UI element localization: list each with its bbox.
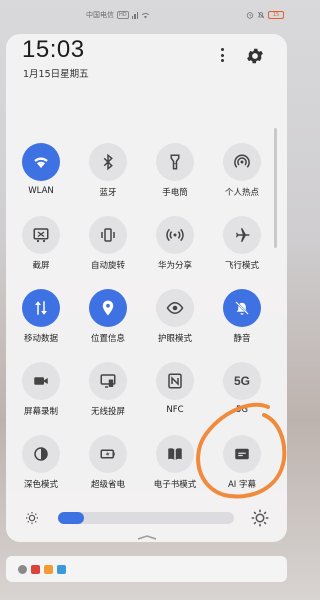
wechat-icon: [18, 564, 27, 574]
tile-label: 电子书模式: [153, 480, 197, 490]
tile-eye-comfort[interactable]: 护眼模式: [142, 289, 208, 344]
airplane-icon[interactable]: [223, 216, 261, 254]
tile-bluetooth[interactable]: 蓝牙: [75, 143, 141, 198]
cast-icon[interactable]: [89, 362, 127, 400]
tile-label: 5G: [236, 405, 248, 415]
tile-wireless-cast[interactable]: 无线投屏: [75, 362, 141, 417]
tile-label: 华为分享: [157, 261, 192, 271]
status-right: 15: [246, 11, 284, 19]
tile-location[interactable]: 位置信息: [75, 289, 141, 344]
tile-battery-saver[interactable]: 超级省电: [75, 435, 141, 490]
notification-strip[interactable]: [6, 556, 287, 582]
carrier-label: 中国电信: [86, 11, 114, 19]
nfc-icon[interactable]: [156, 362, 194, 400]
eye-icon[interactable]: [156, 289, 194, 327]
tile-label: 屏幕录制: [23, 407, 58, 417]
location-icon[interactable]: [89, 289, 127, 327]
ai-subtitle-icon[interactable]: [223, 435, 261, 473]
clock-time: 15:03: [22, 36, 85, 63]
panel-drag-handle[interactable]: [136, 534, 158, 540]
tile-label: 静音: [233, 334, 251, 344]
app-orange-icon: [44, 564, 53, 574]
clock-date: 1月15日星期五: [23, 69, 89, 80]
tile-label: 位置信息: [90, 334, 125, 344]
alarm-icon: [246, 12, 254, 19]
tile-hotspot[interactable]: 个人热点: [209, 143, 275, 198]
status-bar: 中国电信 HD 15: [0, 0, 292, 30]
tile-label: 移动数据: [23, 334, 58, 344]
tile-label: 超级省电: [90, 480, 125, 490]
brightness-high-icon: [251, 509, 269, 527]
tile-label: 护眼模式: [157, 334, 192, 344]
tile-label: 飞行模式: [224, 261, 259, 271]
tile-auto-rotate[interactable]: 自动旋转: [75, 216, 141, 271]
dark-mode-icon[interactable]: [22, 435, 60, 473]
wifi-icon[interactable]: [22, 143, 60, 181]
tile-mute[interactable]: 静音: [209, 289, 275, 344]
tile-airplane[interactable]: 飞行模式: [209, 216, 275, 271]
wifi-status-icon: [141, 12, 150, 18]
tile-label: AI 字幕: [227, 480, 257, 490]
tile-5g[interactable]: 5G 5G: [209, 362, 275, 415]
signal-icon: [131, 11, 139, 19]
tile-label: 无线投屏: [90, 407, 125, 417]
bell-mute-icon[interactable]: [223, 289, 261, 327]
brightness-control: [20, 506, 274, 530]
more-options-icon[interactable]: [215, 46, 229, 64]
brightness-low-icon: [26, 512, 38, 524]
5g-icon-text: 5G: [233, 374, 250, 388]
tile-label: 蓝牙: [99, 188, 117, 198]
battery-icon: 15: [268, 11, 284, 19]
screenshot-icon[interactable]: [22, 216, 60, 254]
hotspot-icon[interactable]: [223, 143, 261, 181]
share-icon[interactable]: [156, 216, 194, 254]
mobile-data-icon[interactable]: [22, 289, 60, 327]
brightness-slider[interactable]: [58, 512, 234, 524]
tile-label: NFC: [166, 405, 184, 415]
rotate-icon[interactable]: [89, 216, 127, 254]
flashlight-icon[interactable]: [156, 143, 194, 181]
hd-tag: HD: [117, 11, 129, 19]
tile-wlan[interactable]: WLAN: [8, 143, 74, 196]
battery-saver-icon[interactable]: [89, 435, 127, 473]
tile-dark-mode[interactable]: 深色模式: [8, 435, 74, 490]
settings-gear-icon[interactable]: [245, 46, 265, 66]
5g-icon[interactable]: 5G: [223, 362, 261, 400]
tile-label: 个人热点: [224, 188, 259, 198]
tile-label: 自动旋转: [90, 261, 125, 271]
status-left: 中国电信 HD: [86, 10, 150, 20]
bluetooth-icon[interactable]: [89, 143, 127, 181]
tile-huawei-share[interactable]: 华为分享: [142, 216, 208, 271]
bell-status-icon: [257, 11, 265, 19]
tile-ebook-mode[interactable]: 电子书模式: [142, 435, 208, 490]
tile-flashlight[interactable]: 手电筒: [142, 143, 208, 198]
tile-screen-record[interactable]: 屏幕录制: [8, 362, 74, 417]
tile-label: WLAN: [28, 186, 54, 196]
tile-nfc[interactable]: NFC: [142, 362, 208, 415]
tile-label: 深色模式: [23, 480, 58, 490]
tile-label: 截屏: [32, 261, 50, 271]
brightness-fill: [58, 512, 85, 524]
tile-ai-subtitle[interactable]: AI 字幕: [209, 435, 275, 490]
app-blue-icon: [57, 564, 66, 574]
ebook-icon[interactable]: [156, 435, 194, 473]
record-icon[interactable]: [22, 362, 60, 400]
tile-screenshot[interactable]: 截屏: [8, 216, 74, 271]
tile-label: 手电筒: [162, 188, 188, 198]
app-red-icon: [31, 564, 40, 574]
tile-mobile-data[interactable]: 移动数据: [8, 289, 74, 344]
